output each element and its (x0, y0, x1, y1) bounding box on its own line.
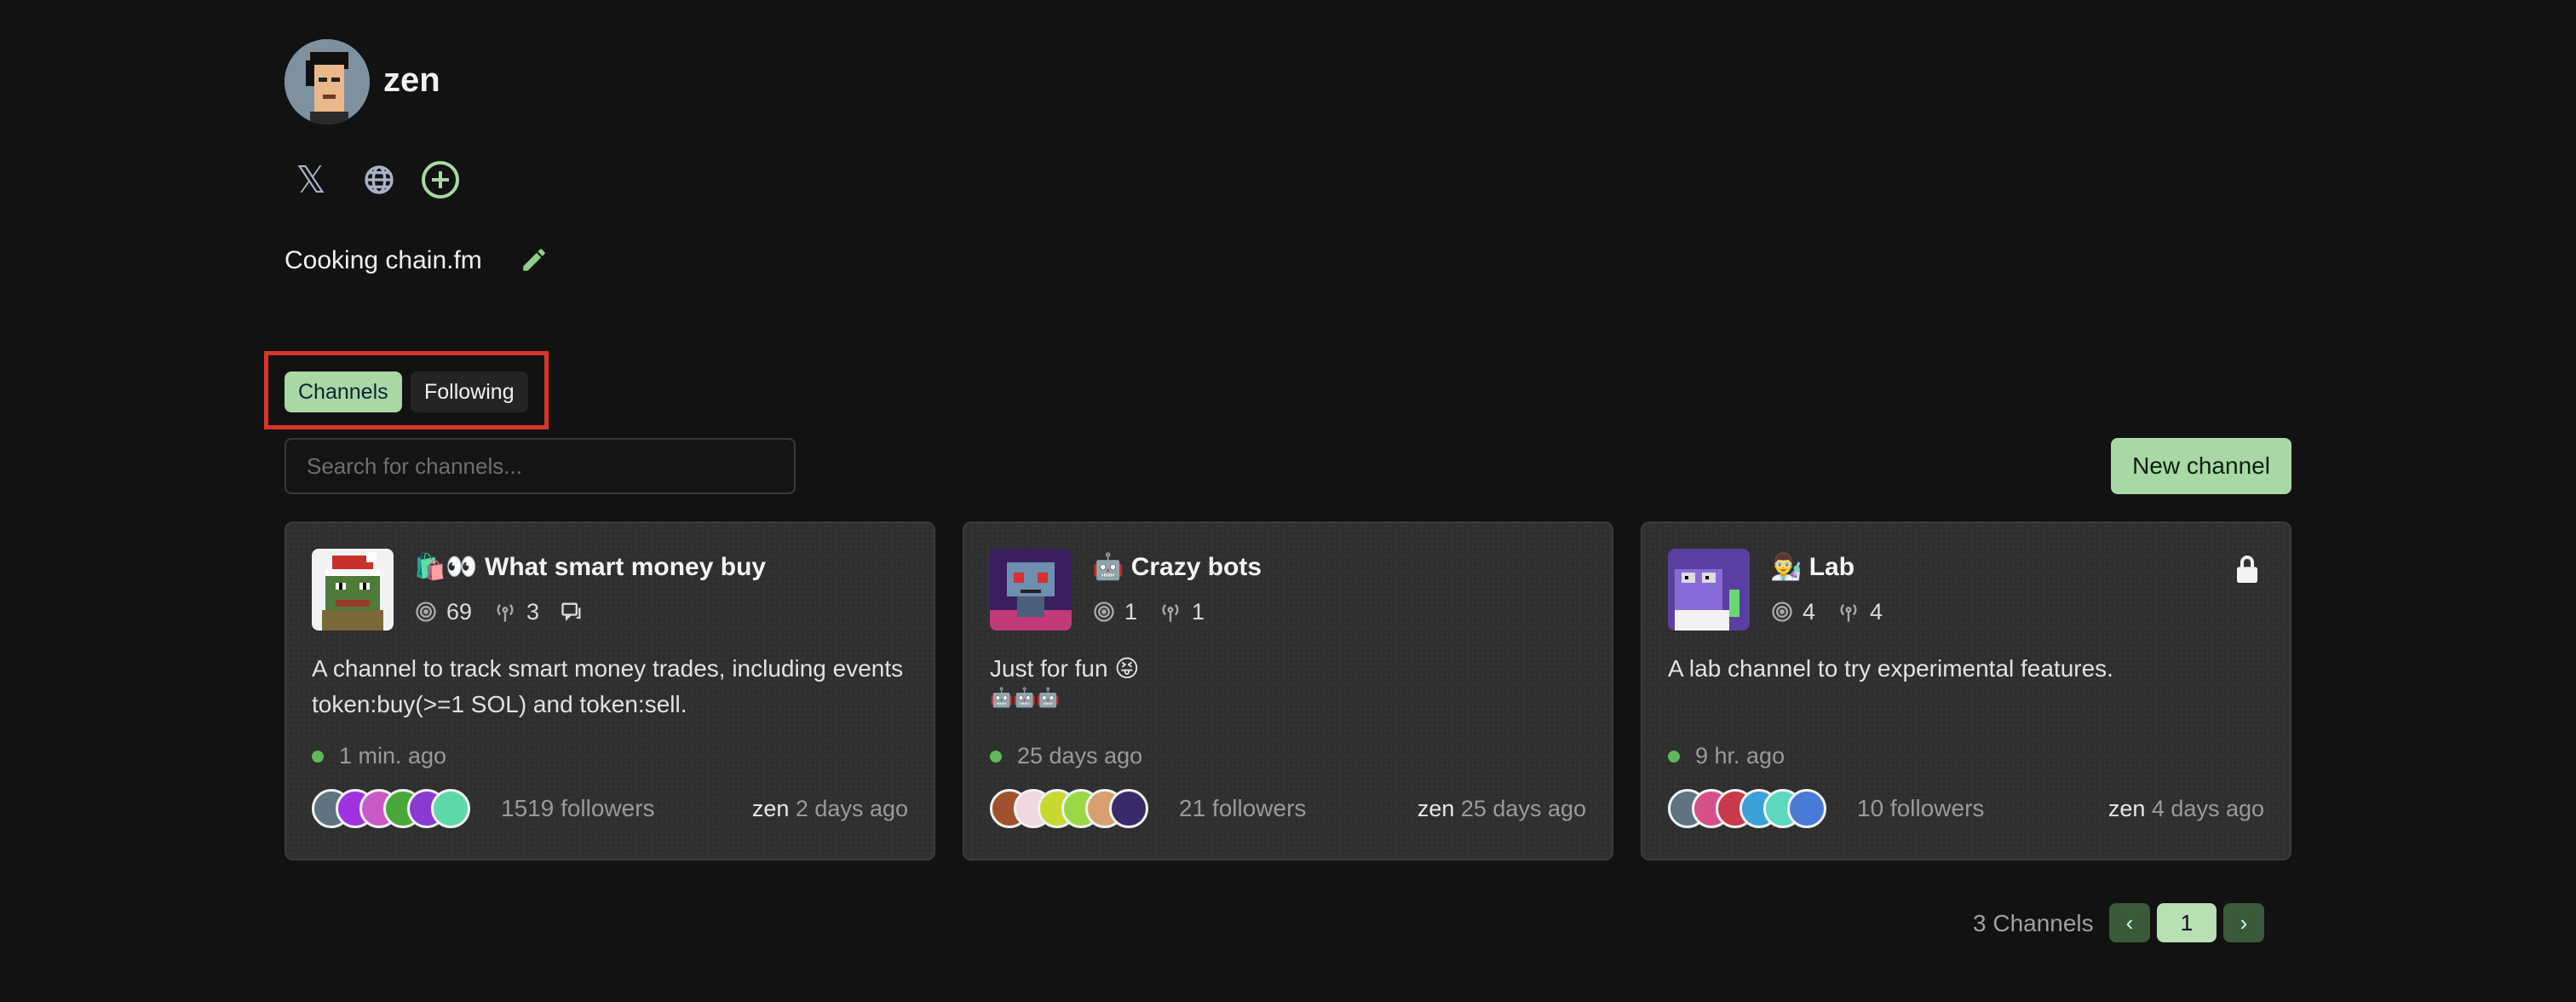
avatar (1787, 789, 1826, 828)
chat-icon[interactable] (560, 600, 592, 624)
target-icon (416, 602, 436, 622)
target-stat: 1 (1092, 599, 1137, 625)
followers-row[interactable]: 10 followers (1668, 789, 1984, 828)
last-active: 25 days ago (1017, 743, 1143, 769)
target-stat: 4 (1770, 599, 1815, 625)
search-input[interactable] (285, 438, 796, 494)
signal-stat: 1 (1158, 599, 1205, 625)
updated-time: 2 days ago (795, 796, 908, 821)
broadcast-icon (497, 604, 514, 622)
owner-name[interactable]: zen (1417, 796, 1455, 821)
channel-description: A lab channel to try experimental featur… (1668, 655, 2113, 682)
signal-count: 4 (1870, 598, 1883, 625)
new-channel-button[interactable]: New channel (2111, 438, 2291, 494)
profile-username: zen (383, 61, 440, 99)
tab-following[interactable]: Following (411, 371, 528, 412)
follower-avatars (1668, 789, 1826, 828)
channel-description-extra: 🤖🤖🤖 (990, 687, 1061, 708)
channel-count-label: 3 Channels (1973, 910, 2094, 936)
channel-thumbnail (990, 549, 1072, 631)
signal-stat: 3 (492, 599, 539, 625)
target-stat: 69 (414, 599, 472, 625)
signal-stat: 4 (1836, 599, 1883, 625)
channel-activity: 1 min. ago (312, 743, 446, 769)
updated-time: 4 days ago (2151, 796, 2264, 821)
online-dot (990, 750, 1002, 763)
channel-thumbnail (312, 549, 394, 631)
broadcast-icon (1840, 604, 1857, 622)
followers-row[interactable]: 21 followers (990, 789, 1306, 828)
last-active: 9 hr. ago (1695, 743, 1785, 769)
target-count: 1 (1124, 598, 1138, 625)
owner-name[interactable]: zen (2108, 796, 2146, 821)
avatar (431, 789, 470, 828)
signal-count: 1 (1192, 598, 1205, 625)
channel-stats: 4 4 (1770, 595, 1903, 629)
followers-row[interactable]: 1519 followers (312, 789, 655, 828)
channel-stats: 69 3 (414, 595, 612, 629)
channel-activity: 9 hr. ago (1668, 743, 1785, 769)
channel-stats: 1 1 (1092, 595, 1225, 629)
broadcast-icon (1162, 604, 1179, 622)
channel-title[interactable]: 🛍️👀 What smart money buy (414, 549, 766, 586)
channel-description: A channel to track smart money trades, i… (312, 655, 904, 717)
online-dot (312, 750, 324, 763)
x-icon[interactable]: 𝕏 (288, 157, 334, 203)
target-count: 69 (446, 598, 473, 625)
last-active: 1 min. ago (339, 743, 447, 769)
signal-count: 3 (526, 598, 540, 625)
channel-description: Just for fun 😝 (990, 655, 1140, 682)
follower-count: 21 followers (1179, 795, 1307, 821)
channel-card[interactable]: 🤖 Crazy bots 1 1 Just for fun 😝 🤖🤖🤖 25 d… (963, 521, 1613, 861)
profile-bio: Cooking chain.fm (285, 246, 482, 274)
updated-time: 25 days ago (1460, 796, 1586, 821)
prev-page-button[interactable]: ‹ (2109, 903, 2150, 942)
follower-count: 10 followers (1857, 795, 1985, 821)
channel-owner: zen 4 days ago (2108, 796, 2264, 822)
channel-card[interactable]: 🛍️👀 What smart money buy 69 3 A channel … (285, 521, 935, 861)
channel-title[interactable]: 🤖 Crazy bots (1092, 549, 1262, 586)
channel-owner: zen 2 days ago (752, 796, 908, 822)
lock-icon (2234, 554, 2261, 584)
online-dot (1668, 750, 1680, 763)
follower-count: 1519 followers (501, 795, 655, 821)
follower-avatars (990, 789, 1148, 828)
profile-avatar (285, 39, 370, 124)
channel-title[interactable]: 👨‍🔬 Lab (1770, 549, 1854, 586)
target-icon (1772, 602, 1792, 622)
target-count: 4 (1803, 598, 1816, 625)
channel-activity: 25 days ago (990, 743, 1142, 769)
follower-avatars (312, 789, 470, 828)
globe-icon[interactable] (356, 157, 402, 203)
next-page-button[interactable]: › (2223, 903, 2264, 942)
target-icon (1094, 602, 1114, 622)
avatar (1109, 789, 1148, 828)
channel-owner: zen 25 days ago (1417, 796, 1586, 822)
channel-card[interactable]: 👨‍🔬 Lab 4 4 A lab channel to try experim… (1641, 521, 2291, 861)
pencil-icon[interactable] (520, 245, 550, 276)
page-1-button[interactable]: 1 (2157, 903, 2217, 942)
channel-thumbnail (1668, 549, 1750, 631)
owner-name[interactable]: zen (752, 796, 790, 821)
tab-channels[interactable]: Channels (285, 371, 402, 412)
plus-circle-icon[interactable] (417, 157, 463, 203)
